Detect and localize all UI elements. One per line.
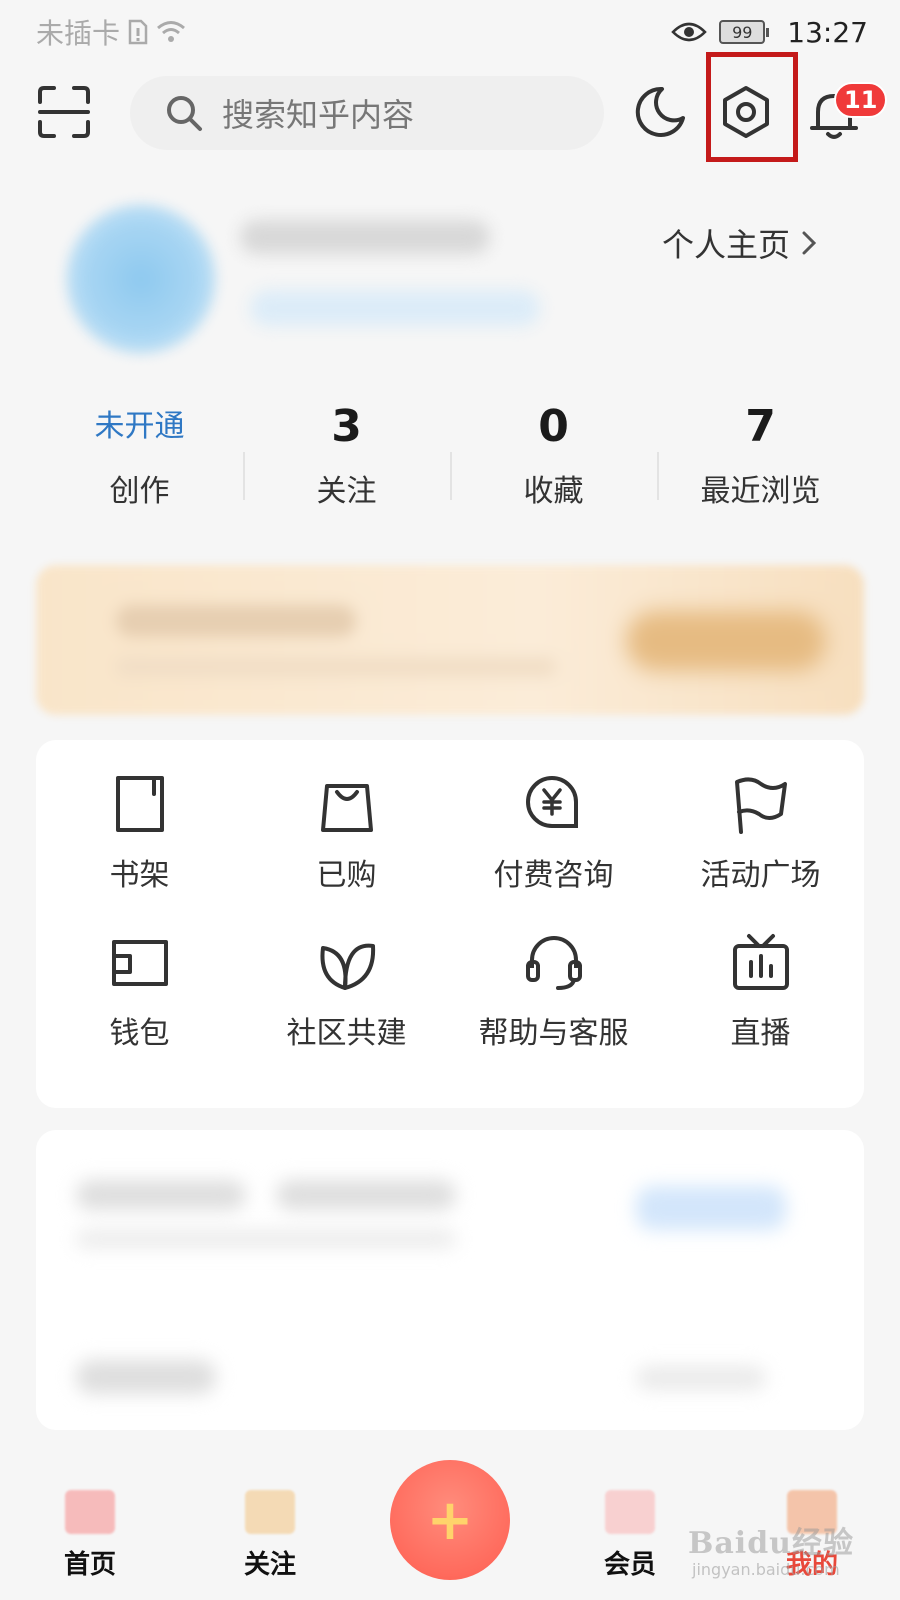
shopping-bag-icon [320,784,373,832]
blurred-text [636,1366,766,1390]
eye-icon [671,22,708,42]
tool-wallet[interactable]: 钱包 [36,930,243,1088]
tool-live[interactable]: 直播 [657,930,864,1088]
stat-favorites[interactable]: 0 收藏 [450,400,657,510]
tool-help[interactable]: 帮助与客服 [450,930,657,1088]
search-input[interactable]: 搜索知乎内容 [130,76,604,150]
notification-badge: 11 [834,82,888,118]
search-placeholder: 搜索知乎内容 [222,96,415,134]
user-tag-blurred [250,290,540,326]
tool-label: 已购 [316,858,377,893]
tool-label: 书架 [109,858,170,893]
tools-grid: 书架 已购 付费咨询 活动广场 钱包 社区共建 帮助与客服 直播 [36,740,864,1108]
plus-icon: + [426,1487,474,1553]
home-icon [65,1490,115,1534]
stat-value: 3 [331,401,362,452]
sim-icon [128,19,148,45]
tab-label: 会员 [603,1550,656,1580]
stat-creation[interactable]: 未开通 创作 [36,400,243,510]
tab-label: 首页 [63,1550,116,1580]
stat-following[interactable]: 3 关注 [243,400,450,510]
tool-label: 活动广场 [700,858,821,893]
night-mode-button[interactable] [632,84,688,140]
tool-community[interactable]: 社区共建 [243,930,450,1088]
wallet-icon [111,940,168,986]
banner-subtitle-blurred [116,657,556,677]
tool-label: 直播 [730,1016,791,1051]
battery-indicator: 99 [719,20,770,44]
tool-label: 社区共建 [286,1016,407,1051]
blurred-content-card[interactable] [36,1130,864,1430]
tab-label: 关注 [243,1550,296,1580]
chevron-right-icon [802,231,817,255]
stat-value: 0 [538,401,569,452]
tab-following[interactable]: 关注 [210,1490,330,1600]
tool-label: 钱包 [109,1016,170,1051]
tool-label: 帮助与客服 [478,1016,629,1051]
stat-value: 7 [745,401,776,452]
bookshelf-icon [115,776,164,832]
blurred-text [76,1180,246,1210]
wifi-icon [157,21,185,42]
stat-label: 最近浏览 [700,474,821,509]
banner-button-blurred[interactable] [626,611,826,671]
carrier-text: 未插卡 [36,17,121,50]
membership-icon [605,1490,655,1534]
homepage-link[interactable]: 个人主页 [662,220,818,266]
scan-icon [38,86,90,138]
create-post-button[interactable]: + [390,1460,510,1580]
stat-label: 创作 [109,474,170,509]
settings-highlight-frame [706,52,798,162]
watermark-url: jingyan.baidu.com [692,1560,840,1579]
clock: 13:27 [787,15,868,49]
tool-purchased[interactable]: 已购 [243,772,450,930]
stat-value: 未开通 [94,409,185,444]
blurred-text [276,1180,456,1210]
stat-recent-views[interactable]: 7 最近浏览 [657,400,864,510]
tool-activity-square[interactable]: 活动广场 [657,772,864,930]
tool-paid-consult[interactable]: 付费咨询 [450,772,657,930]
avatar[interactable] [66,204,216,354]
following-icon [245,1490,295,1534]
paid-consult-icon [525,776,578,828]
blurred-text [76,1230,456,1248]
status-right: 99 13:27 [671,16,868,49]
stat-label: 收藏 [523,474,584,509]
tab-home[interactable]: 首页 [30,1490,150,1600]
blurred-text [76,1360,216,1394]
tab-membership[interactable]: 会员 [570,1490,690,1600]
flag-icon [734,777,787,834]
search-icon [167,96,202,131]
blurred-button[interactable] [636,1186,786,1230]
stat-label: 关注 [316,474,377,509]
membership-banner[interactable] [36,565,864,715]
headset-icon [525,936,582,990]
scan-button[interactable] [36,84,92,140]
status-left: 未插卡 [36,12,186,52]
homepage-link-label: 个人主页 [662,226,791,264]
stats-row: 未开通 创作 3 关注 0 收藏 7 最近浏览 [36,400,864,510]
tool-bookshelf[interactable]: 书架 [36,772,243,930]
username-blurred [240,220,490,254]
moon-icon [635,86,685,137]
profile-header[interactable]: 个人主页 [0,190,900,360]
tool-label: 付费咨询 [493,858,614,893]
tv-icon [732,934,789,990]
leaves-icon [319,943,375,990]
watermark: Baidu经验 [688,1526,854,1561]
banner-title-blurred [116,605,356,637]
